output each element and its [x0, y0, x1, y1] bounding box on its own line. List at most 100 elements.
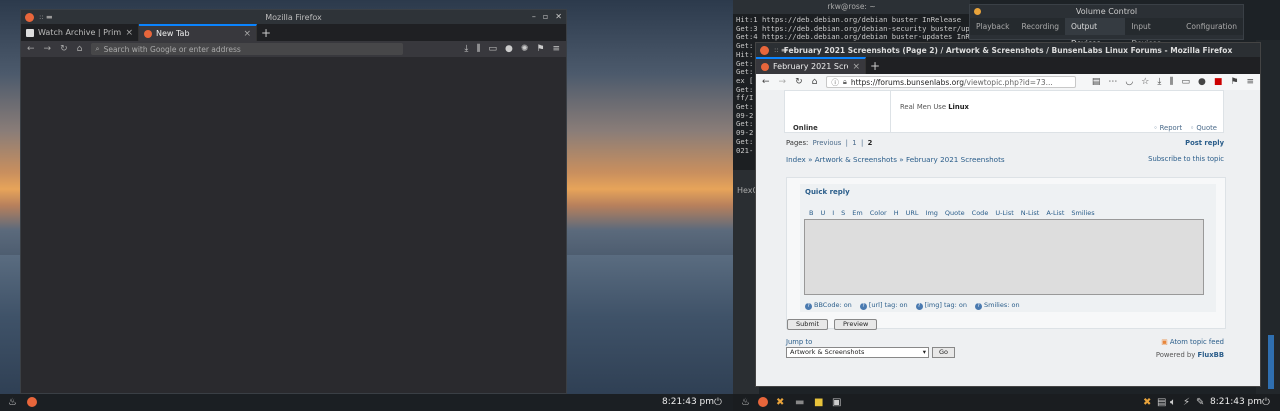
bbcode-button[interactable]: Code — [972, 209, 989, 217]
minimize-icon[interactable]: – — [532, 12, 536, 21]
fluxbb-link[interactable]: FluxBB — [1197, 351, 1224, 359]
home-icon[interactable]: ⌂ — [77, 44, 83, 54]
firefox-task-icon[interactable] — [758, 397, 768, 407]
close-tab-icon[interactable]: × — [125, 28, 133, 38]
bookmark-star-icon[interactable]: ☆ — [1141, 77, 1149, 87]
bbcode-button[interactable]: Color — [870, 209, 887, 217]
ublock-icon[interactable]: ■ — [1214, 77, 1223, 87]
clipboard-tray-icon[interactable]: ▤ — [1157, 397, 1166, 408]
jump-to-select[interactable]: Artwork & Screenshots ▾ — [786, 347, 929, 358]
more-actions-icon[interactable]: ⋯ — [1108, 77, 1117, 87]
forward-icon[interactable]: → — [44, 44, 52, 54]
power-icon[interactable]: ⏻ — [1262, 397, 1270, 408]
bbcode-button[interactable]: N-List — [1021, 209, 1040, 217]
preview-button[interactable]: Preview — [834, 319, 878, 330]
bbcode-status-link[interactable]: [url] tag: on — [860, 301, 908, 310]
url-bar[interactable]: ⓘ 🔒︎ https://forums.bunsenlabs.org/viewt… — [826, 76, 1077, 88]
close-icon[interactable]: ✕ — [555, 12, 562, 21]
bbcode-status-link[interactable]: Smilies: on — [975, 301, 1020, 310]
nav-toolbar: ← → ↻ ⌂ ⓘ 🔒︎ https://forums.bunsenlabs.o… — [756, 74, 1260, 90]
bbcode-button[interactable]: U — [820, 209, 825, 217]
tab-label: New Tab — [156, 29, 190, 38]
bbcode-button[interactable]: A-List — [1046, 209, 1064, 217]
tab-prime-video[interactable]: Watch Archive | Prime Vid × — [21, 24, 139, 41]
extension-icon[interactable]: ✺ — [521, 44, 529, 54]
reload-icon[interactable]: ↻ — [60, 44, 68, 54]
files-task-icon[interactable]: ■ — [814, 397, 823, 408]
bbcode-button[interactable]: I — [832, 209, 834, 217]
go-button[interactable]: Go — [932, 347, 956, 358]
previous-page-link[interactable]: Previous — [813, 139, 842, 147]
reply-textarea[interactable] — [804, 219, 1204, 295]
url-bar[interactable]: ⌕ Search with Google or enter address — [91, 43, 404, 55]
sidebar-icon[interactable]: ▭ — [1181, 77, 1190, 87]
post-reply-link[interactable]: Post reply — [1185, 139, 1224, 147]
quick-reply-panel: Quick reply B U I S Em Color H URL Img Quote Code U… — [786, 177, 1226, 330]
new-tab-button[interactable]: + — [866, 57, 884, 74]
back-icon[interactable]: ← — [27, 44, 35, 54]
quote-label: Quote — [1196, 124, 1217, 132]
report-link[interactable]: ◦ Report — [1153, 124, 1182, 132]
tab-forum[interactable]: February 2021 Screensh × — [756, 57, 866, 74]
network-tray-icon[interactable]: ✎ — [1196, 397, 1204, 408]
reload-icon[interactable]: ↻ — [795, 77, 803, 87]
breadcrumb[interactable]: Index » Artwork & Screenshots » February… — [786, 155, 1005, 164]
back-icon[interactable]: ← — [762, 77, 770, 87]
launcher-flame-icon[interactable]: ♨ — [741, 397, 750, 408]
volume-tab[interactable]: Output Devices — [1064, 18, 1126, 48]
volume-tab[interactable]: Recording — [1015, 18, 1065, 35]
new-tab-button[interactable]: + — [257, 24, 275, 41]
subscribe-link[interactable]: Subscribe to this topic — [1148, 155, 1224, 163]
reader-view-icon[interactable]: ▤ — [1092, 77, 1101, 87]
forward-icon[interactable]: → — [779, 77, 787, 87]
power-icon[interactable]: ⏻ — [714, 397, 722, 408]
atom-feed-link[interactable]: ▣ Atom topic feed — [1161, 338, 1224, 346]
library-icon[interactable]: ⫼ — [476, 44, 480, 54]
downloads-icon[interactable]: ⤓ — [464, 44, 468, 54]
sidebar-icon[interactable]: ▭ — [488, 44, 497, 54]
volume-tray-icon[interactable]: 🔈︎ — [1170, 397, 1176, 408]
volume-control-window: Volume Control PlaybackRecordingOutput D… — [969, 4, 1244, 48]
bbcode-button[interactable]: S — [841, 209, 845, 217]
library-icon[interactable]: ⫼ — [1169, 77, 1173, 87]
scrollbar-thumb[interactable] — [1268, 335, 1274, 389]
volume-tab[interactable]: Playback — [970, 18, 1015, 35]
bbcode-button[interactable]: H — [894, 209, 899, 217]
account-icon[interactable]: ● — [505, 44, 513, 54]
window-titlebar[interactable]: :: ▬ February 2021 Screenshots (Page 2) … — [756, 43, 1260, 57]
hexchat-tray-icon[interactable]: ✖ — [1143, 397, 1151, 408]
page-1-link[interactable]: 1 — [852, 139, 856, 147]
hexchat-task-icon[interactable]: ✖ — [776, 397, 784, 408]
volume-tab[interactable]: Configuration — [1180, 18, 1243, 35]
extension-icon[interactable]: ⚑ — [1230, 77, 1238, 87]
menu-icon[interactable]: ≡ — [552, 44, 560, 54]
close-tab-icon[interactable]: × — [852, 62, 860, 72]
bbcode-button[interactable]: URL — [906, 209, 919, 217]
bbcode-status-link[interactable]: BBCode: on — [805, 301, 852, 310]
app-task-icon[interactable]: ▣ — [832, 397, 841, 408]
bbcode-button[interactable]: U-List — [995, 209, 1013, 217]
quote-link[interactable]: ◦ Quote — [1190, 124, 1217, 132]
firefox-task-icon[interactable] — [27, 397, 37, 407]
home-icon[interactable]: ⌂ — [812, 77, 818, 87]
bbcode-button[interactable]: B — [809, 209, 813, 217]
maximize-icon[interactable]: ▫ — [543, 12, 548, 21]
window-titlebar[interactable]: :: ▬ Mozilla Firefox – ▫ ✕ — [21, 10, 566, 24]
downloads-icon[interactable]: ⤓ — [1157, 77, 1161, 87]
bluetooth-tray-icon[interactable]: ⚡︎ — [1183, 397, 1190, 408]
tab-new-tab[interactable]: New Tab × — [139, 24, 257, 41]
bbcode-button[interactable]: Quote — [945, 209, 965, 217]
terminal-task-icon[interactable]: ▬ — [795, 397, 804, 408]
extension-icon-2[interactable]: ⚑ — [536, 44, 544, 54]
pocket-icon[interactable]: ◡ — [1125, 77, 1133, 87]
bbcode-button[interactable]: Img — [926, 209, 938, 217]
bbcode-button[interactable]: Smilies — [1071, 209, 1094, 217]
volume-tab[interactable]: Input Devices — [1125, 18, 1180, 48]
bbcode-button[interactable]: Em — [852, 209, 862, 217]
account-icon[interactable]: ● — [1198, 77, 1206, 87]
menu-icon[interactable]: ≡ — [1246, 77, 1254, 87]
launcher-flame-icon[interactable]: ♨ — [8, 397, 17, 408]
bbcode-status-link[interactable]: [img] tag: on — [916, 301, 967, 310]
close-tab-icon[interactable]: × — [243, 29, 251, 39]
submit-button[interactable]: Submit — [787, 319, 829, 330]
